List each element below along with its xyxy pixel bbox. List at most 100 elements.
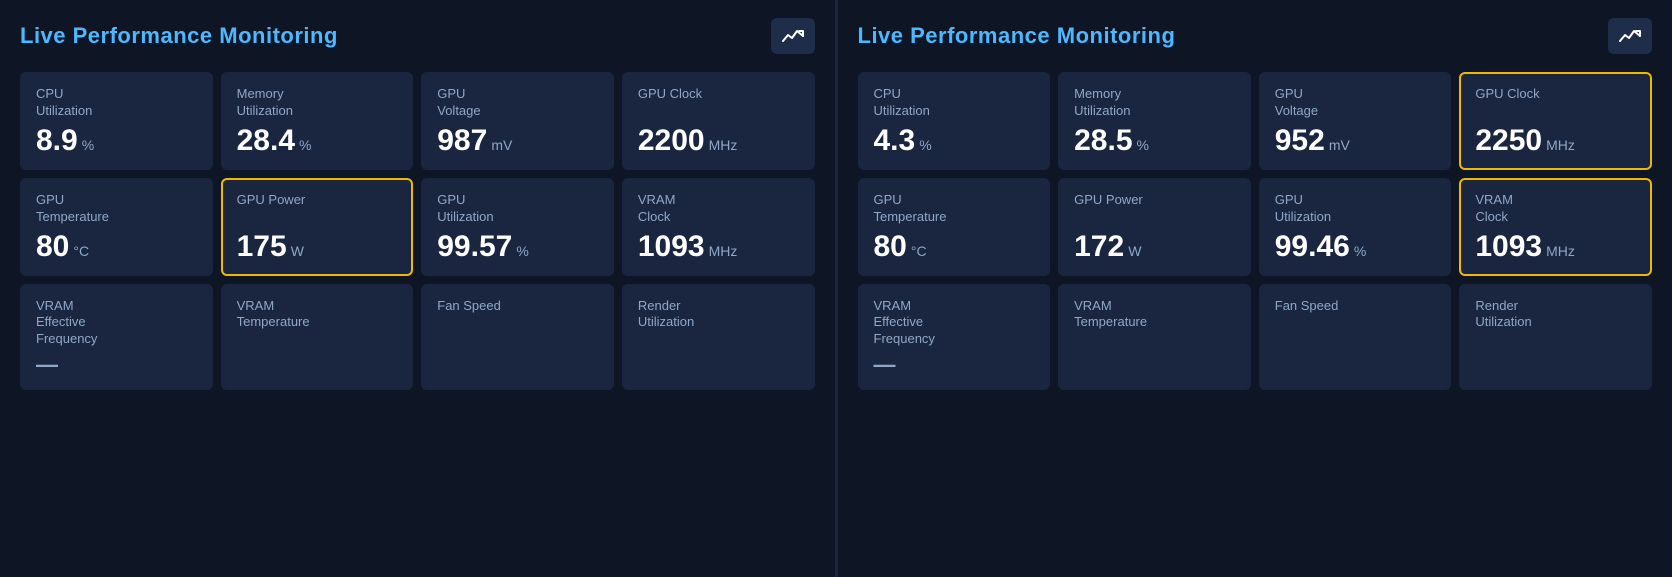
panel-left-title: Live Performance Monitoring [20,23,338,49]
metric-label-vram-eff-1: VRAMEffectiveFrequency [36,298,197,349]
metric-value-vram-clock-2: 1093 [1475,232,1542,262]
metric-label-mem-util-2: MemoryUtilization [1074,86,1235,120]
metric-card-vram-eff-1: VRAMEffectiveFrequency — [20,284,213,391]
metric-unit-gpu-temp-2: °C [911,243,927,259]
metric-unit-mem-util-1: % [299,137,311,153]
metric-value-row-gpu-clock-2: 2250MHz [1475,126,1636,156]
metric-card-vram-eff-2: VRAMEffectiveFrequency — [858,284,1051,391]
metric-card-gpu-clock-1: GPU Clock 2200MHz [622,72,815,170]
metric-label-gpu-temp-1: GPUTemperature [36,192,197,226]
metric-label-cpu-util-2: CPUUtilization [874,86,1035,120]
metric-label-gpu-clock-2: GPU Clock [1475,86,1636,103]
metric-value-row-gpu-power-2: 172W [1074,232,1235,262]
metric-unit-gpu-clock-2: MHz [1546,137,1575,153]
panel-right: Live Performance Monitoring CPUUtilizati… [838,0,1672,577]
metric-label-gpu-util-2: GPUUtilization [1275,192,1436,226]
metric-value-row-vram-eff-2: — [874,354,1035,376]
metric-value-row-mem-util-2: 28.5% [1074,126,1235,156]
metric-unit-gpu-voltage-2: mV [1329,137,1350,153]
metric-label-gpu-power-1: GPU Power [237,192,398,209]
chart-icon-right [1619,27,1641,45]
metric-unit-gpu-clock-1: MHz [709,137,738,153]
metric-unit-gpu-power-1: W [291,243,304,259]
metric-value-vram-eff-1: — [36,354,58,376]
metric-label-gpu-voltage-1: GPUVoltage [437,86,598,120]
metric-value-gpu-power-2: 172 [1074,232,1124,262]
metric-value-gpu-voltage-2: 952 [1275,126,1325,156]
metric-value-row-gpu-temp-2: 80°C [874,232,1035,262]
metric-unit-gpu-voltage-1: mV [491,137,512,153]
metric-card-gpu-clock-2: GPU Clock 2250MHz [1459,72,1652,170]
metric-value-cpu-util-1: 8.9 [36,126,78,156]
metric-value-row-gpu-clock-1: 2200MHz [638,126,799,156]
metric-card-mem-util-1: MemoryUtilization 28.4% [221,72,414,170]
metric-label-vram-eff-2: VRAMEffectiveFrequency [874,298,1035,349]
metric-card-cpu-util-1: CPUUtilization 8.9% [20,72,213,170]
metric-label-render-util-2: RenderUtilization [1475,298,1636,332]
metric-value-gpu-voltage-1: 987 [437,126,487,156]
metric-value-row-cpu-util-1: 8.9% [36,126,197,156]
metric-value-mem-util-2: 28.5 [1074,126,1132,156]
metric-value-gpu-util-1: 99.57 [437,232,512,262]
metric-card-vram-temp-1: VRAMTemperature [221,284,414,391]
metric-value-row-gpu-util-1: 99.57% [437,232,598,262]
metric-unit-mem-util-2: % [1137,137,1149,153]
metric-label-render-util-1: RenderUtilization [638,298,799,332]
metric-value-gpu-temp-2: 80 [874,232,907,262]
chart-icon-button-right[interactable] [1608,18,1652,54]
metric-value-row-vram-eff-1: — [36,354,197,376]
metric-card-mem-util-2: MemoryUtilization 28.5% [1058,72,1251,170]
metric-unit-cpu-util-2: % [919,137,931,153]
metric-label-fan-speed-1: Fan Speed [437,298,598,315]
metric-value-gpu-power-1: 175 [237,232,287,262]
metric-label-vram-temp-2: VRAMTemperature [1074,298,1235,332]
metric-card-fan-speed-1: Fan Speed [421,284,614,391]
metric-value-row-cpu-util-2: 4.3% [874,126,1035,156]
metric-unit-vram-clock-1: MHz [709,243,738,259]
metric-value-cpu-util-2: 4.3 [874,126,916,156]
metric-card-gpu-temp-1: GPUTemperature 80°C [20,178,213,276]
metric-value-row-gpu-power-1: 175W [237,232,398,262]
metric-card-cpu-util-2: CPUUtilization 4.3% [858,72,1051,170]
metric-label-gpu-voltage-2: GPUVoltage [1275,86,1436,120]
metric-value-row-vram-clock-2: 1093MHz [1475,232,1636,262]
metric-label-cpu-util-1: CPUUtilization [36,86,197,120]
metric-value-row-vram-clock-1: 1093MHz [638,232,799,262]
metric-value-row-gpu-voltage-2: 952mV [1275,126,1436,156]
metric-unit-vram-clock-2: MHz [1546,243,1575,259]
metric-value-row-gpu-util-2: 99.46% [1275,232,1436,262]
metric-card-gpu-power-2: GPU Power 172W [1058,178,1251,276]
metric-label-fan-speed-2: Fan Speed [1275,298,1436,315]
metric-value-row-mem-util-1: 28.4% [237,126,398,156]
metric-unit-gpu-power-2: W [1128,243,1141,259]
metric-label-mem-util-1: MemoryUtilization [237,86,398,120]
metric-card-vram-clock-1: VRAMClock1093MHz [622,178,815,276]
metric-value-gpu-clock-2: 2250 [1475,126,1542,156]
panel-left: Live Performance Monitoring CPUUtilizati… [0,0,835,577]
metric-value-gpu-clock-1: 2200 [638,126,705,156]
metric-card-gpu-power-1: GPU Power 175W [221,178,414,276]
metric-value-gpu-util-2: 99.46 [1275,232,1350,262]
panel-right-title: Live Performance Monitoring [858,23,1176,49]
metric-card-render-util-2: RenderUtilization [1459,284,1652,391]
metrics-grid-left: CPUUtilization 8.9% MemoryUtilization 28.4%… [20,72,815,390]
metric-label-gpu-power-2: GPU Power [1074,192,1235,209]
metric-value-gpu-temp-1: 80 [36,232,69,262]
metric-card-gpu-temp-2: GPUTemperature 80°C [858,178,1051,276]
panel-right-header: Live Performance Monitoring [858,18,1653,54]
chart-icon-button-left[interactable] [771,18,815,54]
metric-card-gpu-util-1: GPUUtilization99.57% [421,178,614,276]
metric-unit-cpu-util-1: % [82,137,94,153]
metric-card-gpu-voltage-2: GPUVoltage 952mV [1259,72,1452,170]
metric-unit-gpu-temp-1: °C [73,243,89,259]
metric-label-vram-clock-2: VRAMClock [1475,192,1636,226]
metric-label-gpu-clock-1: GPU Clock [638,86,799,103]
panel-left-header: Live Performance Monitoring [20,18,815,54]
metric-card-render-util-1: RenderUtilization [622,284,815,391]
metric-value-vram-eff-2: — [874,354,896,376]
metric-card-gpu-voltage-1: GPUVoltage 987mV [421,72,614,170]
metric-card-vram-temp-2: VRAMTemperature [1058,284,1251,391]
metric-label-gpu-temp-2: GPUTemperature [874,192,1035,226]
metrics-grid-right: CPUUtilization 4.3% MemoryUtilization 28.5%… [858,72,1653,390]
metric-card-gpu-util-2: GPUUtilization 99.46% [1259,178,1452,276]
